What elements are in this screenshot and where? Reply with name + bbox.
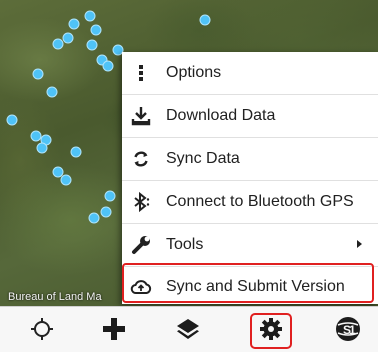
map-marker[interactable] — [104, 190, 116, 202]
map-marker[interactable] — [70, 146, 82, 158]
svg-text:1: 1 — [349, 323, 356, 337]
map-marker[interactable] — [52, 38, 64, 50]
add-feature-button[interactable] — [98, 315, 130, 347]
map-attribution: Bureau of Land Ma — [8, 291, 102, 303]
map-marker[interactable] — [32, 68, 44, 80]
map-marker[interactable] — [60, 174, 72, 186]
menu-item-options[interactable]: Options — [122, 52, 378, 94]
bluetooth-icon — [130, 191, 152, 213]
sync-arrows-icon — [130, 148, 152, 170]
gear-icon — [259, 317, 283, 346]
layers-button[interactable] — [172, 315, 204, 347]
map-marker[interactable] — [68, 18, 80, 30]
plus-icon — [101, 316, 127, 347]
map-marker[interactable] — [199, 14, 211, 26]
map-marker[interactable] — [62, 32, 74, 44]
map-marker[interactable] — [88, 212, 100, 224]
bottom-toolbar: S1 — [0, 306, 378, 352]
map-marker[interactable] — [6, 114, 18, 126]
submenu-arrow-icon — [357, 240, 362, 248]
map-marker[interactable] — [90, 24, 102, 36]
map-marker[interactable] — [46, 86, 58, 98]
menu-item-label: Sync Data — [166, 150, 240, 167]
menu-item-label: Tools — [166, 236, 204, 253]
layers-icon — [175, 316, 201, 347]
cloud-upload-icon — [130, 276, 152, 298]
map-marker[interactable] — [84, 10, 96, 22]
map-marker[interactable] — [100, 206, 112, 218]
overflow-menu: Options Download Data Sync Data Connect … — [122, 52, 378, 304]
globe-logo-icon: S1 — [334, 315, 362, 348]
map-marker[interactable] — [86, 39, 98, 51]
map-marker[interactable] — [36, 142, 48, 154]
map-marker[interactable] — [102, 60, 114, 72]
menu-item-label: Sync and Submit Version — [166, 278, 345, 295]
menu-item-label: Connect to Bluetooth GPS — [166, 193, 354, 210]
menu-item-label: Options — [166, 64, 222, 81]
vertical-dots-icon — [130, 62, 152, 84]
download-tray-icon — [130, 105, 152, 127]
menu-item-label: Download Data — [166, 107, 276, 124]
wrench-icon — [130, 234, 152, 256]
menu-item-sync-and-submit-version[interactable]: Sync and Submit Version — [122, 266, 378, 308]
menu-item-tools[interactable]: Tools — [122, 224, 378, 266]
menu-item-download-data[interactable]: Download Data — [122, 95, 378, 137]
settings-button[interactable] — [255, 315, 287, 347]
app-logo-button[interactable]: S1 — [332, 315, 364, 347]
locate-button[interactable] — [26, 315, 58, 347]
menu-item-sync-data[interactable]: Sync Data — [122, 138, 378, 180]
menu-item-connect-bluetooth-gps[interactable]: Connect to Bluetooth GPS — [122, 181, 378, 223]
crosshair-icon — [30, 317, 54, 346]
